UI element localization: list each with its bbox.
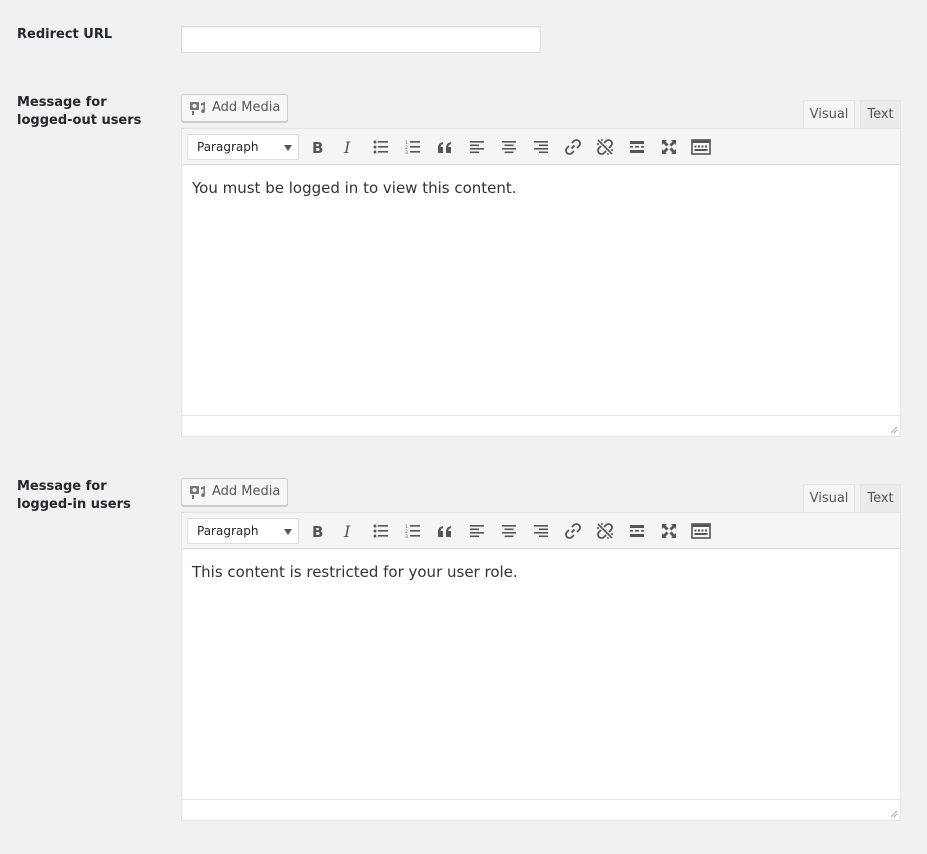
align-center-icon xyxy=(502,141,516,154)
align-center-button[interactable] xyxy=(495,134,523,160)
logged-out-message-row: Message for logged-out users Add Media T… xyxy=(0,94,927,438)
unlink-button[interactable] xyxy=(591,134,619,160)
toolbar-toggle-button[interactable] xyxy=(687,518,715,544)
italic-icon: I xyxy=(343,139,351,155)
numbered-list-button[interactable]: 123 xyxy=(399,518,427,544)
italic-button[interactable]: I xyxy=(335,518,363,544)
align-left-button[interactable] xyxy=(463,518,491,544)
bullet-list-button[interactable] xyxy=(367,134,395,160)
toolbar-toggle-icon xyxy=(691,139,711,155)
fullscreen-button[interactable] xyxy=(655,134,683,160)
svg-text:B: B xyxy=(312,523,323,539)
logged-out-message-label: Message for logged-out users xyxy=(17,95,142,128)
svg-text:I: I xyxy=(343,523,351,539)
redirect-url-input[interactable] xyxy=(181,26,541,53)
read-more-icon xyxy=(630,141,644,153)
bullet-list-icon xyxy=(373,140,388,154)
svg-text:B: B xyxy=(312,139,323,155)
svg-text:3: 3 xyxy=(405,534,408,538)
unlink-icon xyxy=(597,523,613,539)
chevron-down-icon xyxy=(284,529,292,535)
editor-toolbar: Paragraph B I 123 xyxy=(182,129,900,165)
editor-statusbar xyxy=(182,415,900,436)
redirect-url-row: Redirect URL xyxy=(0,0,927,70)
add-media-label: Add Media xyxy=(212,100,281,115)
align-right-icon xyxy=(534,525,548,538)
bold-button[interactable]: B xyxy=(303,518,331,544)
editor-frame: Paragraph B I 123 xyxy=(181,128,901,437)
tab-visual[interactable]: Visual xyxy=(803,100,855,130)
fullscreen-icon xyxy=(662,524,676,538)
bold-icon: B xyxy=(312,523,323,539)
add-media-button[interactable]: Add Media xyxy=(181,478,289,506)
fullscreen-button[interactable] xyxy=(655,518,683,544)
blockquote-icon xyxy=(438,142,451,153)
editor-toolbar: Paragraph B I 123 xyxy=(182,513,900,549)
media-icon xyxy=(190,102,206,115)
link-icon xyxy=(565,139,581,155)
align-left-icon xyxy=(470,141,484,154)
unlink-button[interactable] xyxy=(591,518,619,544)
blockquote-button[interactable] xyxy=(431,518,459,544)
svg-text:3: 3 xyxy=(405,150,408,154)
logged-in-message-label: Message for logged-in users xyxy=(17,479,131,512)
format-select[interactable]: Paragraph xyxy=(187,518,299,544)
italic-button[interactable]: I xyxy=(335,134,363,160)
tab-text[interactable]: Text xyxy=(860,484,901,513)
link-button[interactable] xyxy=(559,134,587,160)
bold-button[interactable]: B xyxy=(303,134,331,160)
align-center-button[interactable] xyxy=(495,518,523,544)
link-icon xyxy=(565,523,581,539)
editor-statusbar xyxy=(182,799,900,820)
redirect-url-label: Redirect URL xyxy=(17,27,113,42)
align-right-button[interactable] xyxy=(527,134,555,160)
numbered-list-icon: 123 xyxy=(405,524,420,538)
tab-text[interactable]: Text xyxy=(860,100,901,129)
read-more-button[interactable] xyxy=(623,134,651,160)
logged-in-editor: Add Media Text Visual Paragraph B I 1 2 … xyxy=(181,478,901,822)
toolbar-toggle-icon xyxy=(691,523,711,539)
editor-content[interactable]: You must be logged in to view this conte… xyxy=(182,166,900,380)
svg-text:I: I xyxy=(343,139,351,155)
toolbar-toggle-button[interactable] xyxy=(687,134,715,160)
chevron-down-icon xyxy=(284,145,292,151)
media-icon xyxy=(190,486,206,499)
bullet-list-button[interactable] xyxy=(367,518,395,544)
numbered-list-icon: 123 xyxy=(405,140,420,154)
bold-icon: B xyxy=(312,139,323,155)
editor-frame: Paragraph B I 123 xyxy=(181,512,901,821)
resize-handle-icon[interactable] xyxy=(888,808,898,818)
add-media-label: Add Media xyxy=(212,484,281,499)
editor-content[interactable]: This content is restricted for your user… xyxy=(182,550,900,764)
add-media-button[interactable]: Add Media xyxy=(181,94,289,122)
align-right-icon xyxy=(534,141,548,154)
italic-icon: I xyxy=(343,523,351,539)
resize-handle-icon[interactable] xyxy=(888,424,898,434)
align-center-icon xyxy=(502,525,516,538)
link-button[interactable] xyxy=(559,518,587,544)
read-more-icon xyxy=(630,525,644,537)
unlink-icon xyxy=(597,139,613,155)
fullscreen-icon xyxy=(662,140,676,154)
tab-visual[interactable]: Visual xyxy=(803,484,855,514)
format-select[interactable]: Paragraph xyxy=(187,134,299,160)
logged-in-message-row: Message for logged-in users Add Media Te… xyxy=(0,478,927,822)
align-left-icon xyxy=(470,525,484,538)
format-select-value: Paragraph xyxy=(197,140,259,154)
bullet-list-icon xyxy=(373,524,388,538)
blockquote-icon xyxy=(438,526,451,537)
align-left-button[interactable] xyxy=(463,134,491,160)
format-select-value: Paragraph xyxy=(197,524,259,538)
align-right-button[interactable] xyxy=(527,518,555,544)
logged-out-editor: Add Media Text Visual Paragraph B I 1 2 … xyxy=(181,94,901,438)
blockquote-button[interactable] xyxy=(431,134,459,160)
numbered-list-button[interactable]: 123 xyxy=(399,134,427,160)
read-more-button[interactable] xyxy=(623,518,651,544)
